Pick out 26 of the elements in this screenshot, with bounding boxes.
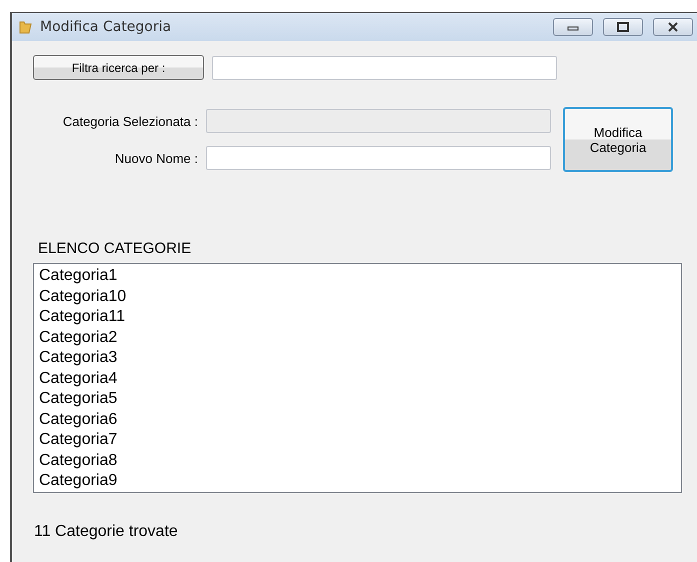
maximize-button[interactable] — [603, 18, 643, 36]
list-item[interactable]: Categoria8 — [39, 450, 676, 471]
status-text: 11 Categorie trovate — [34, 523, 179, 541]
new-name-field[interactable] — [206, 146, 551, 170]
list-item[interactable]: Categoria9 — [39, 471, 676, 492]
maximize-icon — [617, 22, 629, 32]
list-item[interactable]: Categoria7 — [39, 430, 676, 450]
filter-field[interactable] — [212, 56, 557, 80]
list-item[interactable]: Categoria11 — [39, 307, 676, 328]
edit-category-button[interactable]: Modifica Categoria — [563, 107, 673, 172]
list-item[interactable]: Categoria6 — [39, 410, 676, 430]
folder-icon — [18, 19, 34, 35]
window-title: Modifica Categoria — [40, 19, 172, 35]
list-item[interactable]: Categoria5 — [39, 389, 676, 410]
list-item[interactable]: Categoria1 — [39, 266, 676, 286]
list-item[interactable]: Categoria4 — [39, 368, 676, 389]
close-icon — [667, 22, 679, 32]
filter-button[interactable]: Filtra ricerca per : — [33, 55, 204, 80]
minimize-button[interactable] — [553, 18, 593, 36]
list-item[interactable]: Categoria3 — [39, 348, 676, 368]
close-button[interactable] — [653, 18, 693, 36]
field-label: Categoria Selezionata : — [62, 114, 199, 128]
list-item[interactable]: Categoria10 — [39, 286, 676, 307]
list-item[interactable]: Categoria2 — [39, 328, 676, 348]
list-title: ELENCO CATEGORIE — [38, 240, 192, 257]
field-label: Nuovo Nome : — [114, 150, 199, 166]
